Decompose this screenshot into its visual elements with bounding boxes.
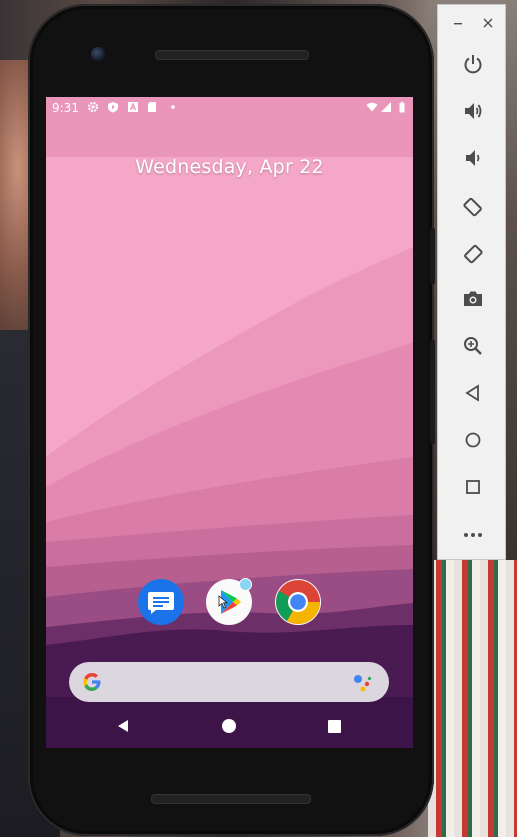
bottom-speaker [151,794,311,804]
power-button[interactable] [438,44,507,84]
minimize-icon [454,23,462,25]
nav-back-button[interactable] [115,718,131,734]
back-triangle-icon [464,384,479,402]
rotate-left-button[interactable] [438,186,507,226]
status-time: 9:31 [52,101,79,115]
nav-recents-button[interactable] [328,720,341,733]
assistant-icon[interactable] [352,673,374,693]
phone-screen[interactable]: 9:31 Wednesday, Apr 22 [46,97,413,748]
date-widget[interactable]: Wednesday, Apr 22 [46,156,413,178]
google-search-bar[interactable] [69,662,389,702]
sd-card-icon [148,102,156,112]
close-icon [483,18,493,28]
overview-button[interactable] [438,467,507,507]
phone-power-key [430,228,435,284]
battery-icon [399,101,405,113]
rotate-right-button[interactable] [438,233,507,273]
home-wallpaper [46,97,413,748]
notification-dot [239,578,252,591]
nav-home-button[interactable] [222,719,236,733]
play-protect-icon [108,102,118,113]
dot-icon [171,105,175,109]
volume-down-button[interactable] [438,138,507,178]
front-camera [91,47,105,61]
settings-icon [87,101,99,113]
volume-up-icon [464,103,481,119]
power-icon [464,55,481,74]
screenshot-button[interactable] [438,279,507,319]
more-button[interactable] [438,520,507,550]
close-button[interactable] [480,15,496,31]
back-button[interactable] [438,373,507,413]
rotate-right-icon [463,244,483,264]
chrome-app-icon[interactable] [275,579,321,625]
zoom-in-icon [463,337,482,355]
phone-volume-key [430,340,435,444]
more-dots-icon [463,533,482,537]
home-circle-icon [465,432,480,448]
home-button[interactable] [438,420,507,460]
minimize-button[interactable] [450,15,466,31]
rotate-left-icon [462,197,482,217]
google-g-icon[interactable] [81,671,103,693]
volume-up-button[interactable] [438,91,507,131]
earpiece-speaker [155,50,309,60]
volume-down-icon [465,150,479,166]
status-bar: 9:31 [46,97,413,119]
font-icon [128,102,138,112]
messages-app-icon[interactable] [138,579,184,625]
zoom-button[interactable] [438,326,507,366]
overview-square-icon [465,480,480,494]
wifi-icon [366,102,378,112]
emulator-toolbar [437,4,506,560]
background-striped-shirt [428,560,517,837]
camera-icon [463,291,482,306]
signal-icon [381,102,391,112]
